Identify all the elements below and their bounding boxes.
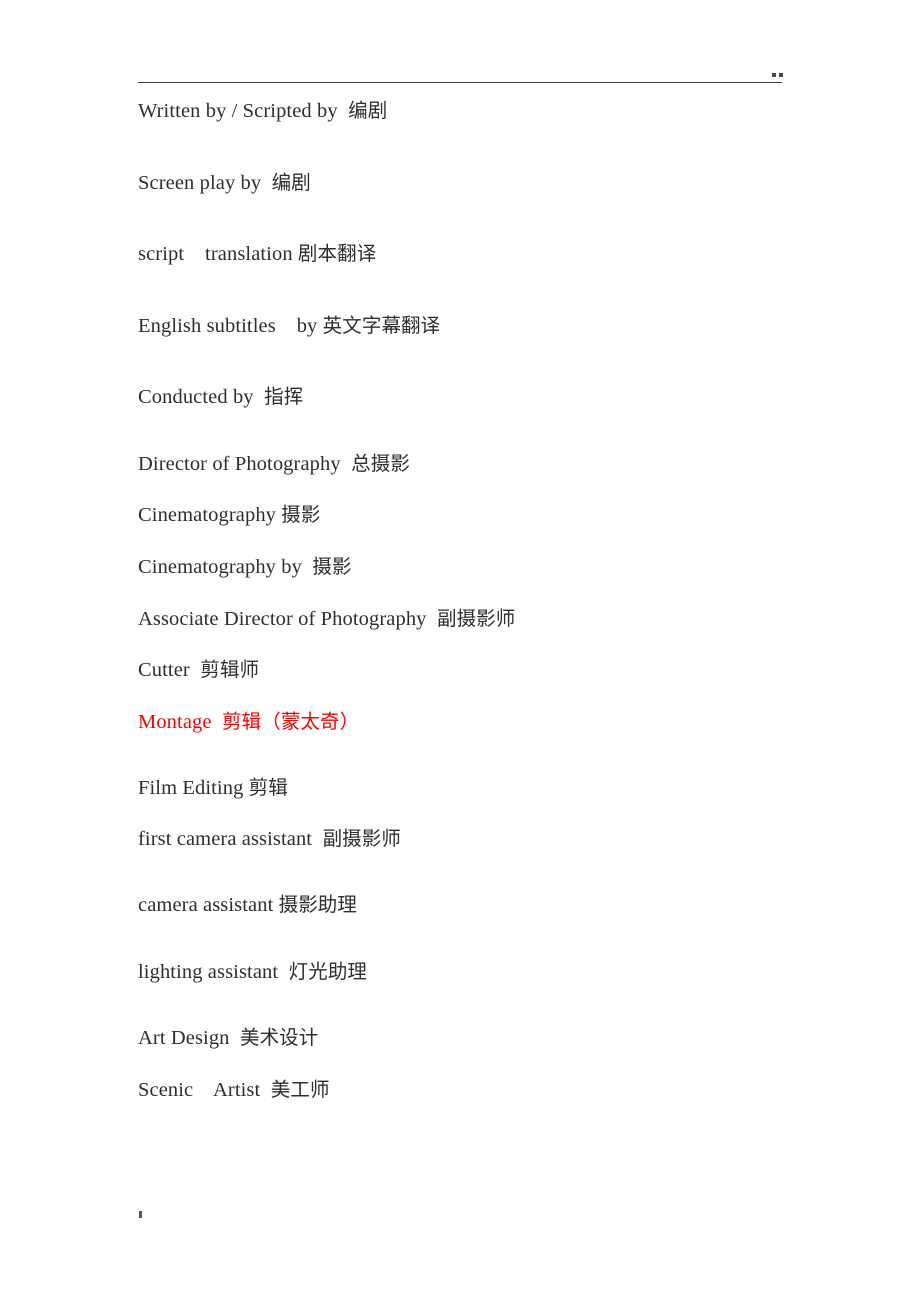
credit-line-first-camera-assistant: first camera assistant 副摄影师 bbox=[138, 826, 401, 850]
cjk-run: 副摄影师 bbox=[322, 826, 401, 850]
credit-line-script-translation: script translation 剧本翻译 bbox=[138, 242, 377, 266]
credit-line-cinematography-by: Cinematography by 摄影 bbox=[138, 554, 352, 578]
cjk-run: 摄影 bbox=[281, 503, 321, 527]
credit-line-english-subtitles: English subtitles by 英文字幕翻译 bbox=[138, 313, 441, 337]
cjk-run: 指挥 bbox=[264, 385, 304, 409]
document-page: Written by / Scripted by 编剧 Screen play b… bbox=[0, 0, 920, 1302]
credit-line-lighting-assistant: lighting assistant 灯光助理 bbox=[138, 959, 368, 983]
cjk-run: 美工师 bbox=[270, 1078, 330, 1101]
page-header bbox=[0, 0, 920, 100]
cjk-run: 摄影 bbox=[312, 554, 352, 578]
credit-line-associate-director-of-photography: Associate Director of Photography 副摄影师 bbox=[138, 606, 516, 630]
cjk-run: 摄影助理 bbox=[278, 893, 357, 917]
credit-line-cutter: Cutter 剪辑师 bbox=[138, 658, 260, 682]
credit-line-director-of-photography: Director of Photography 总摄影 bbox=[138, 451, 410, 475]
cjk-run: 编剧 bbox=[348, 99, 388, 122]
cjk-run: 英文字幕翻译 bbox=[322, 313, 441, 337]
credit-line-camera-assistant: camera assistant 摄影助理 bbox=[138, 893, 357, 917]
header-dot-icon bbox=[779, 73, 783, 77]
document-body: Written by / Scripted by 编剧 Screen play b… bbox=[138, 99, 838, 1103]
credit-line-written-by: Written by / Scripted by 编剧 bbox=[138, 99, 388, 122]
header-separator-rule bbox=[138, 82, 782, 83]
credit-line-scenic-artist: Scenic Artist 美工师 bbox=[138, 1078, 330, 1101]
credit-line-art-design: Art Design 美术设计 bbox=[138, 1026, 319, 1050]
cjk-run: 美术设计 bbox=[239, 1026, 319, 1050]
cjk-run: 灯光助理 bbox=[288, 959, 368, 983]
cjk-run: 编剧 bbox=[271, 170, 311, 194]
credit-line-screen-play-by: Screen play by 编剧 bbox=[138, 170, 311, 194]
cjk-run: 剪辑师 bbox=[200, 658, 260, 682]
cjk-run: 剧本翻译 bbox=[297, 242, 377, 266]
cjk-run: 副摄影师 bbox=[436, 606, 516, 630]
credit-line-montage: Montage 剪辑（蒙太奇） bbox=[138, 709, 360, 733]
credit-line-conducted-by: Conducted by 指挥 bbox=[138, 385, 304, 409]
header-dot-icon bbox=[772, 73, 776, 77]
credit-line-film-editing: Film Editing 剪辑 bbox=[138, 776, 288, 800]
credit-line-cinematography: Cinematography 摄影 bbox=[138, 503, 321, 527]
cjk-run: 剪辑 bbox=[248, 776, 288, 800]
cjk-run: 剪辑（蒙太奇） bbox=[222, 709, 360, 733]
cjk-run: 总摄影 bbox=[351, 451, 410, 475]
page-artifact-speck-icon bbox=[139, 1211, 142, 1218]
